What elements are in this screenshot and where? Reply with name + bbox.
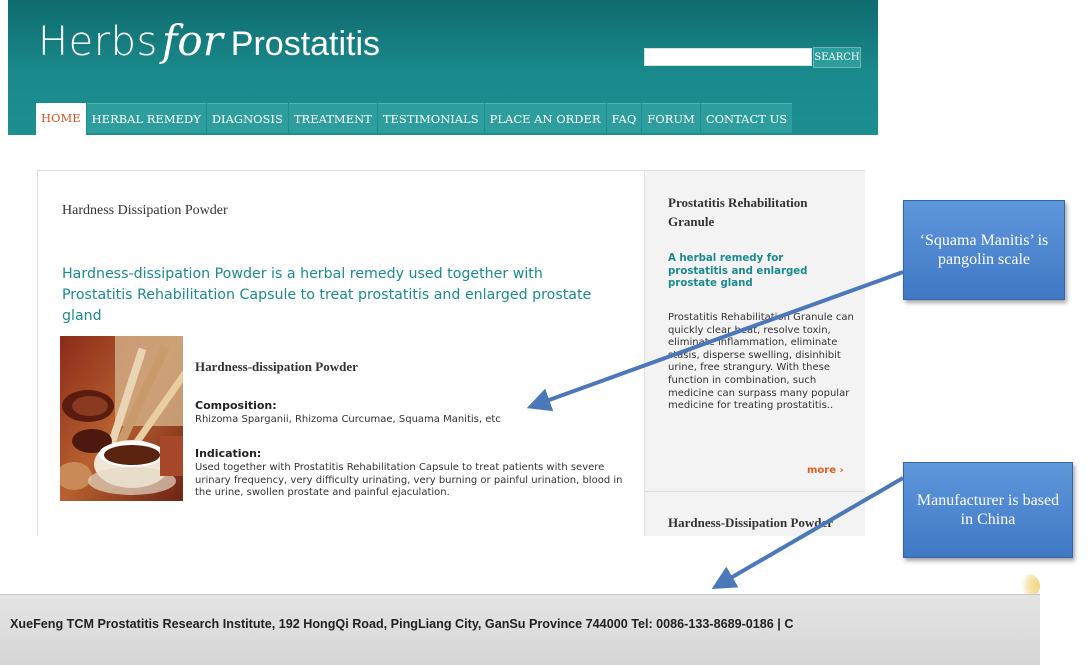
search-input[interactable] xyxy=(644,48,812,66)
nav-item-herbal-remedy[interactable]: HERBAL REMEDY xyxy=(86,103,206,133)
product-name: Hardness-dissipation Powder xyxy=(195,359,358,374)
content-panel: Hardness Dissipation Powder Hardness-dis… xyxy=(37,170,865,536)
nav-item-forum[interactable]: FORUM xyxy=(642,103,700,133)
sidebar: Prostatitis Rehabilitation Granule A her… xyxy=(644,171,865,536)
logo-word-herbs: Herbs xyxy=(38,19,158,65)
main-column: Hardness Dissipation Powder Hardness-dis… xyxy=(38,171,644,536)
footer-address: XueFeng TCM Prostatitis Research Institu… xyxy=(10,617,794,631)
callout-manufacturer-china: Manufacturer is based in China xyxy=(903,462,1073,558)
page-title: Hardness Dissipation Powder xyxy=(62,203,228,218)
site-header: Herbsfor Prostatitis SEARCH HOME HERBAL R… xyxy=(8,0,878,135)
sidebar-title: Prostatitis Rehabilitation Granule xyxy=(668,195,808,229)
nav-item-treatment[interactable]: TREATMENT xyxy=(288,103,377,133)
callout-squama-text: ‘Squama Manitis’ is pangolin scale xyxy=(919,232,1049,268)
nav-item-contact-us[interactable]: CONTACT US xyxy=(700,103,793,133)
more-link[interactable]: more › xyxy=(807,465,844,476)
product-photo xyxy=(60,336,183,501)
nav-item-place-an-order[interactable]: PLACE AN ORDER xyxy=(484,103,606,133)
nav-item-home[interactable]: HOME xyxy=(36,103,86,135)
nav-item-testimonials[interactable]: TESTIMONIALS xyxy=(377,103,484,133)
lead-heading: Hardness-dissipation Powder is a herbal … xyxy=(62,266,592,324)
logo-word-for: for xyxy=(161,16,223,65)
logo-word-prostatitis: Prostatitis xyxy=(230,25,381,63)
callout-china-text: Manufacturer is based in China xyxy=(916,492,1060,528)
indication-text: Used together with Prostatitis Rehabilit… xyxy=(195,462,623,498)
sidebar-divider xyxy=(645,491,865,492)
nav-item-faq[interactable]: FAQ xyxy=(606,103,642,133)
sidebar-title-2: Hardness-Dissipation Powder xyxy=(668,515,834,530)
search-button[interactable]: SEARCH xyxy=(813,47,861,68)
callout-squama-manitis: ‘Squama Manitis’ is pangolin scale xyxy=(903,200,1065,300)
site-logo[interactable]: Herbsfor Prostatitis xyxy=(38,16,380,65)
sidebar-description: Prostatitis Rehabilitation Granule can q… xyxy=(668,312,854,412)
site-footer: XueFeng TCM Prostatitis Research Institu… xyxy=(0,594,1040,665)
composition-label: Composition: xyxy=(195,399,277,412)
nav-item-diagnosis[interactable]: DIAGNOSIS xyxy=(206,103,288,133)
sidebar-subtitle-link[interactable]: A herbal remedy for prostatitis and enla… xyxy=(668,253,838,291)
main-nav: HOME HERBAL REMEDY DIAGNOSIS TREATMENT T… xyxy=(36,103,793,135)
composition-text: Rhizoma Sparganii, Rhizoma Curcumae, Squ… xyxy=(195,414,501,425)
indication-label: Indication: xyxy=(195,447,262,460)
